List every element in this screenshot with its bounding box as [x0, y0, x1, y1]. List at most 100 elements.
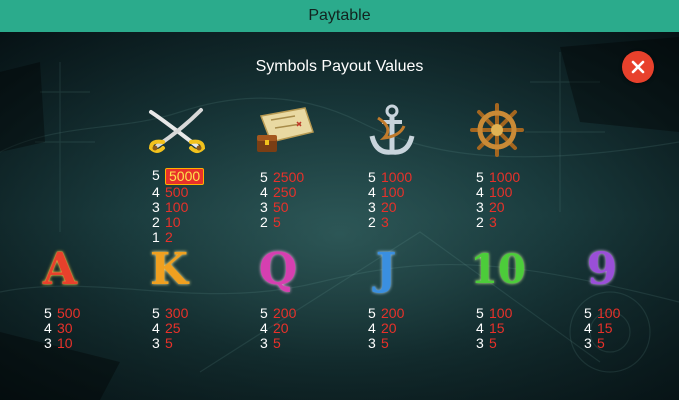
symbol-j: J — [346, 240, 426, 300]
payout-count: 2 — [476, 214, 484, 230]
payout-count: 4 — [152, 184, 160, 200]
wheel-payouts: 5 1000 4 100 3 20 23 — [476, 170, 520, 230]
payout-value: 20 — [381, 199, 397, 215]
page-title: Paytable — [308, 7, 371, 24]
payout-count: 5 — [476, 169, 484, 185]
symbol-k: K — [129, 240, 209, 300]
payout-count: 3 — [476, 335, 484, 351]
payout-value: 20 — [489, 199, 505, 215]
payout-value: 10 — [165, 214, 181, 230]
payout-value-highlight: 5000 — [165, 168, 205, 185]
nine-payouts: 5 100 4 15 35 — [584, 306, 620, 351]
anchor-icon — [352, 100, 432, 160]
payout-count: 4 — [152, 320, 160, 336]
payout-value: 25 — [165, 320, 181, 336]
payout-value: 10 — [57, 335, 73, 351]
symbol-10-label: 10 — [470, 246, 526, 293]
payout-count: 2 — [368, 214, 376, 230]
payout-value: 300 — [165, 305, 189, 321]
payout-count: 3 — [260, 335, 268, 351]
payout-value: 2 — [165, 229, 173, 245]
payout-count: 4 — [260, 320, 268, 336]
payout-value: 100 — [597, 305, 621, 321]
symbol-9-label: 9 — [586, 244, 618, 295]
symbol-a-label: A — [42, 244, 78, 295]
payout-value: 100 — [165, 199, 189, 215]
payout-value: 30 — [57, 320, 73, 336]
payout-count: 4 — [260, 184, 268, 200]
payout-value: 5 — [165, 335, 173, 351]
payout-value: 5 — [597, 335, 605, 351]
payout-count: 3 — [152, 199, 160, 215]
payout-count: 2 — [152, 214, 160, 230]
map-payouts: 5 2500 4 250 3 50 25 — [260, 170, 304, 230]
payout-value: 200 — [273, 305, 297, 321]
payout-value: 50 — [273, 199, 289, 215]
payout-value: 1000 — [489, 169, 521, 185]
payout-count: 5 — [260, 305, 268, 321]
payout-count: 3 — [260, 199, 268, 215]
payout-value: 3 — [381, 214, 389, 230]
payout-count: 4 — [368, 320, 376, 336]
payout-count: 4 — [476, 184, 484, 200]
j-payouts: 5 200 4 20 35 — [368, 306, 404, 351]
ten-payouts: 5 100 4 15 35 — [476, 306, 512, 351]
payout-count: 5 — [152, 167, 160, 183]
payout-value: 100 — [489, 305, 513, 321]
payout-count: 5 — [44, 305, 52, 321]
q-payouts: 5 200 4 20 35 — [260, 306, 296, 351]
payout-count: 2 — [260, 214, 268, 230]
payout-count: 4 — [584, 320, 592, 336]
payout-count: 5 — [368, 169, 376, 185]
k-payouts: 5 300 4 25 35 — [152, 306, 188, 351]
payout-value: 5 — [273, 214, 281, 230]
payout-count: 3 — [368, 199, 376, 215]
payout-value: 2500 — [273, 169, 305, 185]
pirate-map-background — [0, 37, 679, 400]
swords-payouts: 5 5000 4 500 3 100 2 10 12 — [152, 167, 205, 245]
payout-count: 5 — [368, 305, 376, 321]
payout-count: 3 — [368, 335, 376, 351]
payout-value: 200 — [381, 305, 405, 321]
paytable-subtitle: Symbols Payout Values — [255, 58, 424, 75]
payout-count: 4 — [476, 320, 484, 336]
close-button[interactable] — [622, 51, 654, 83]
symbol-q: Q — [238, 240, 318, 300]
ship-wheel-icon — [457, 100, 537, 160]
payout-value: 5 — [273, 335, 281, 351]
payout-value: 5 — [489, 335, 497, 351]
payout-count: 5 — [584, 305, 592, 321]
payout-value: 5 — [381, 335, 389, 351]
payout-count: 5 — [260, 169, 268, 185]
payout-count: 5 — [476, 305, 484, 321]
payout-count: 4 — [368, 184, 376, 200]
symbol-10: 10 — [458, 240, 538, 300]
symbol-9: 9 — [562, 240, 642, 300]
treasure-map-icon — [245, 100, 325, 160]
close-icon — [631, 60, 645, 74]
payout-count: 5 — [152, 305, 160, 321]
payout-value: 15 — [597, 320, 613, 336]
a-payouts: 5 500 4 30 3 10 — [44, 306, 80, 351]
payout-value: 1000 — [381, 169, 413, 185]
crossed-swords-icon — [136, 100, 216, 160]
payout-value: 20 — [273, 320, 289, 336]
payout-count: 3 — [476, 199, 484, 215]
symbol-a: A — [20, 240, 100, 300]
payout-count: 3 — [152, 335, 160, 351]
symbol-q-label: Q — [258, 244, 298, 295]
payout-value: 100 — [489, 184, 513, 200]
payout-count: 1 — [152, 229, 160, 245]
payout-count: 4 — [44, 320, 52, 336]
payout-value: 250 — [273, 184, 297, 200]
anchor-payouts: 5 1000 4 100 3 20 23 — [368, 170, 412, 230]
payout-value: 500 — [165, 184, 189, 200]
paytable-background — [0, 32, 679, 400]
payout-value: 100 — [381, 184, 405, 200]
title-bar: Paytable — [0, 0, 679, 32]
payout-value: 500 — [57, 305, 81, 321]
payout-value: 20 — [381, 320, 397, 336]
payout-value: 3 — [489, 214, 497, 230]
symbol-j-label: J — [375, 244, 397, 295]
payout-count: 3 — [584, 335, 592, 351]
